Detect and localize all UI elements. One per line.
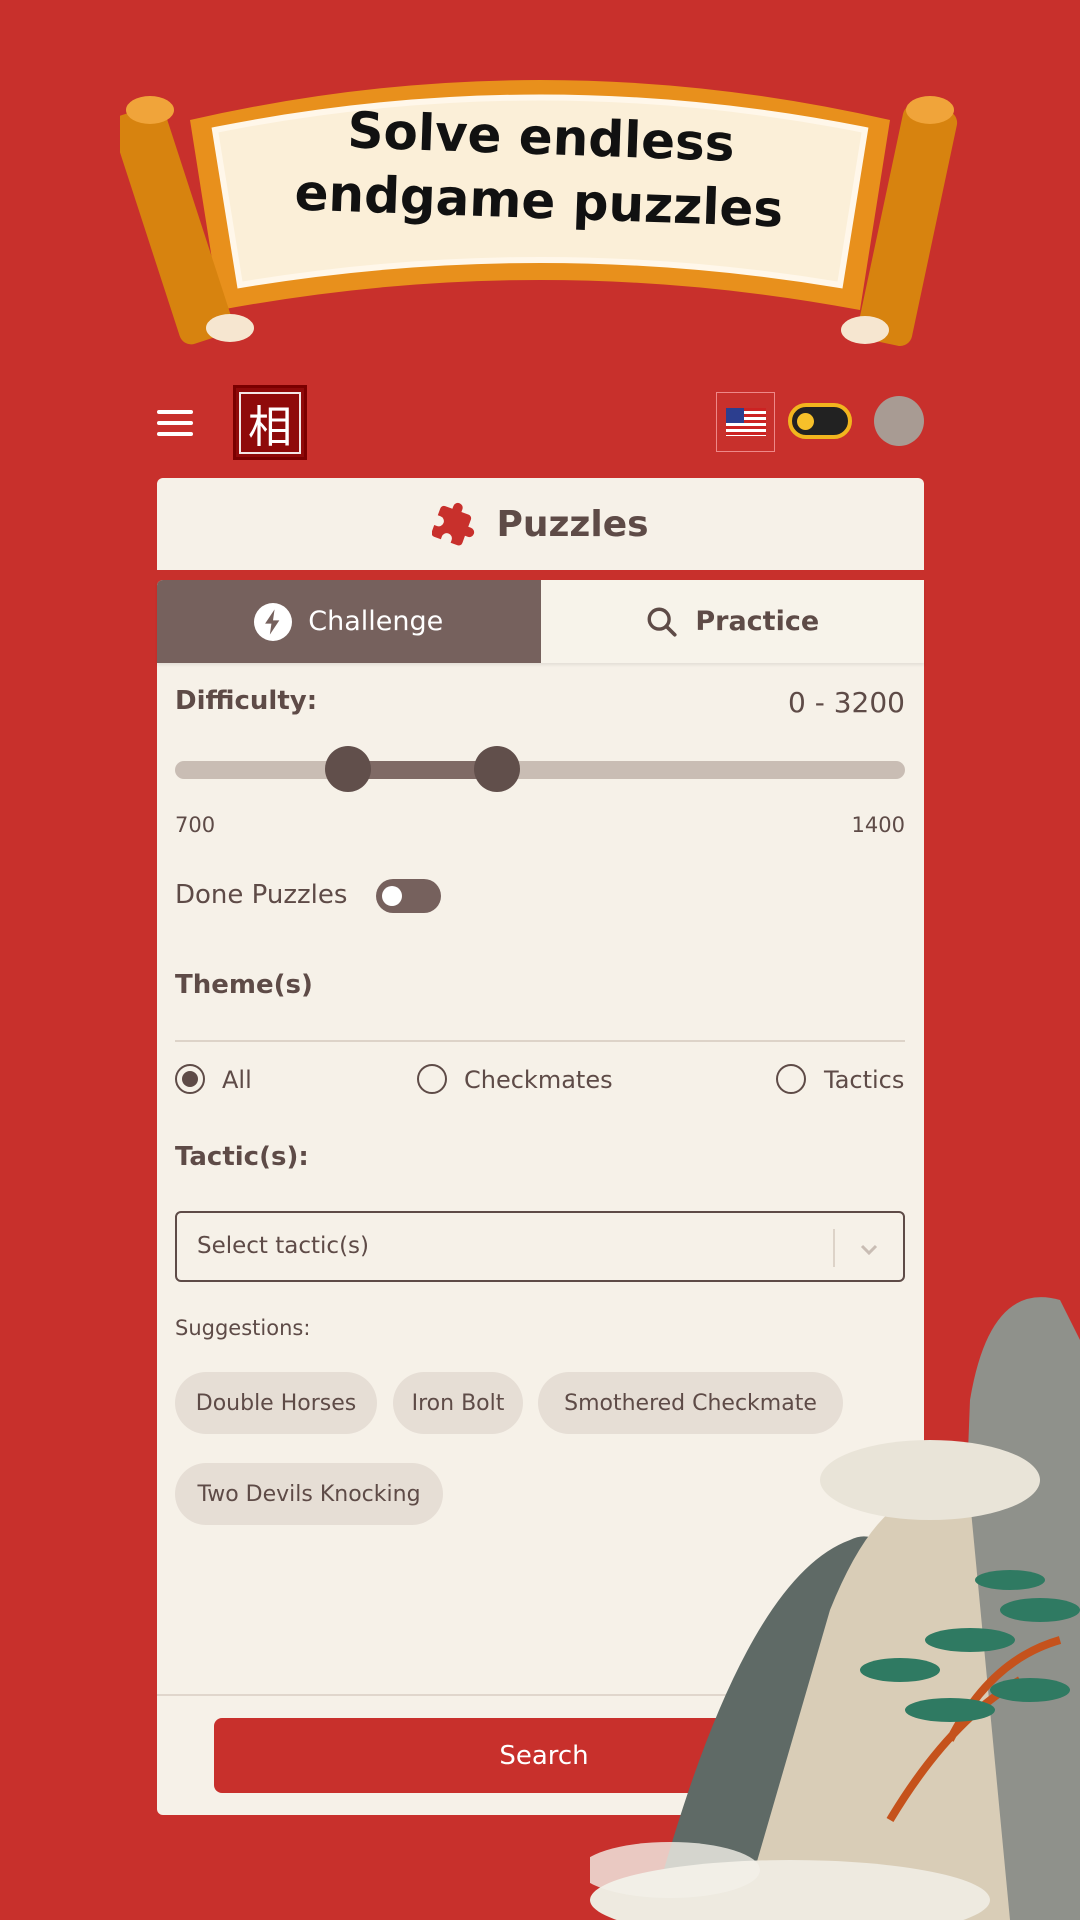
app-logo[interactable]: 相 bbox=[233, 385, 307, 460]
radio-all[interactable] bbox=[175, 1064, 205, 1094]
done-puzzles-label: Done Puzzles bbox=[175, 880, 348, 910]
tab-label: Challenge bbox=[308, 606, 444, 637]
radio-checkmates-label: Checkmates bbox=[464, 1066, 613, 1094]
tactics-label: Tactic(s): bbox=[175, 1142, 309, 1172]
suggestion-chip[interactable]: Double Horses bbox=[175, 1372, 377, 1434]
suggestions-label: Suggestions: bbox=[175, 1316, 311, 1340]
radio-checkmates[interactable] bbox=[417, 1064, 447, 1094]
avatar[interactable] bbox=[874, 396, 924, 446]
difficulty-max-handle[interactable] bbox=[474, 746, 521, 792]
radio-all-label: All bbox=[222, 1066, 252, 1094]
done-puzzles-toggle[interactable] bbox=[376, 879, 441, 913]
us-flag-icon bbox=[725, 408, 766, 436]
suggestion-chip[interactable]: Iron Bolt bbox=[393, 1372, 523, 1434]
difficulty-slider-track[interactable] bbox=[175, 761, 905, 779]
lightning-icon bbox=[254, 602, 293, 641]
difficulty-label: Difficulty: bbox=[175, 686, 318, 716]
banner-headline: Solve endless endgame puzzles bbox=[258, 95, 822, 242]
menu-button[interactable] bbox=[157, 410, 193, 436]
tactics-placeholder: Select tactic(s) bbox=[197, 1233, 370, 1259]
difficulty-min-handle[interactable] bbox=[324, 746, 371, 792]
radio-tactics[interactable] bbox=[776, 1064, 806, 1094]
themes-label: Theme(s) bbox=[175, 970, 313, 1000]
difficulty-high-value: 1400 bbox=[851, 813, 905, 837]
tab-challenge[interactable]: Challenge bbox=[157, 580, 541, 663]
page-title: Puzzles bbox=[496, 503, 649, 545]
difficulty-low-value: 700 bbox=[175, 813, 216, 837]
divider bbox=[175, 1040, 905, 1042]
tactics-select[interactable]: Select tactic(s) bbox=[175, 1211, 905, 1282]
puzzle-piece-icon bbox=[432, 502, 475, 546]
sun-icon bbox=[797, 413, 814, 430]
select-separator bbox=[833, 1229, 835, 1267]
mountain-decoration bbox=[590, 1297, 1080, 1920]
tab-label: Practice bbox=[695, 606, 820, 637]
theme-toggle[interactable] bbox=[788, 403, 852, 439]
suggestion-chip[interactable]: Two Devils Knocking bbox=[175, 1463, 443, 1525]
tab-practice[interactable]: Practice bbox=[540, 580, 924, 663]
language-button[interactable] bbox=[716, 392, 775, 452]
difficulty-range-text: 0 - 3200 bbox=[788, 686, 905, 719]
page-header: Puzzles bbox=[157, 478, 924, 570]
logo-glyph: 相 bbox=[239, 391, 301, 454]
radio-tactics-label: Tactics bbox=[824, 1066, 905, 1094]
search-icon bbox=[647, 607, 677, 637]
chevron-down-icon[interactable] bbox=[857, 1237, 881, 1261]
